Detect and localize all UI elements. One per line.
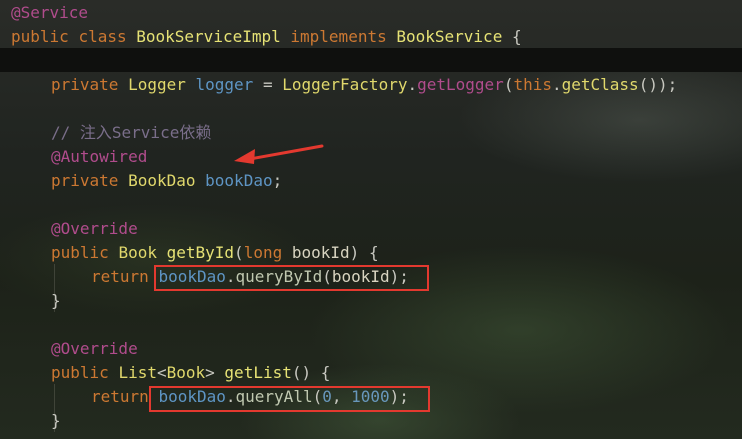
class-name: LoggerFactory xyxy=(282,75,408,94)
class-name: BookServiceImpl xyxy=(136,27,281,46)
code-line[interactable]: public List<Book> getList() { xyxy=(0,361,742,385)
code-line[interactable]: @Autowired xyxy=(0,145,742,169)
dot: . xyxy=(407,75,418,94)
keyword: return xyxy=(91,387,149,406)
code-line[interactable]: @Override xyxy=(0,217,742,241)
override-annotation: @Override xyxy=(51,339,138,358)
code-line[interactable]: // 注入Service依赖 xyxy=(0,121,742,145)
paren: ( xyxy=(503,75,514,94)
keyword: public xyxy=(11,27,69,46)
highlight-box-queryall xyxy=(149,386,430,412)
code-line[interactable]: } xyxy=(0,289,742,313)
keyword: this xyxy=(513,75,552,94)
angle-bracket: > xyxy=(205,363,215,382)
type-name: Book xyxy=(118,243,157,262)
current-line-highlight xyxy=(0,48,742,72)
type-name: List xyxy=(118,363,157,382)
brace: } xyxy=(51,411,61,430)
keyword: private xyxy=(51,75,119,94)
interface-name: BookService xyxy=(396,27,503,46)
override-annotation: @Override xyxy=(51,219,138,238)
code-line[interactable]: private BookDao bookDao; xyxy=(0,169,742,193)
keyword: long xyxy=(243,243,283,262)
code-line[interactable]: @Service xyxy=(0,1,742,25)
keyword: class xyxy=(78,27,127,46)
keyword: implements xyxy=(290,27,387,46)
red-arrow-icon xyxy=(234,144,324,164)
highlight-box-querybyid xyxy=(154,265,429,291)
autowired-annotation: @Autowired xyxy=(51,147,148,166)
brace: { xyxy=(368,243,379,262)
semicolon: ; xyxy=(272,171,283,190)
paren: ( xyxy=(234,243,244,262)
type-name: Logger xyxy=(128,75,186,94)
operator: = xyxy=(262,75,273,94)
code-line[interactable]: } xyxy=(0,409,742,433)
type-name: BookDao xyxy=(128,171,196,190)
parameter: bookId xyxy=(291,243,350,262)
code-line[interactable]: public class BookServiceImpl implements … xyxy=(0,25,742,49)
keyword: private xyxy=(51,171,119,190)
angle-bracket: < xyxy=(156,363,167,382)
method-name: getList xyxy=(224,363,292,382)
method-name: getById xyxy=(166,243,235,262)
service-annotation: @Service xyxy=(11,3,89,22)
field-name: bookDao xyxy=(205,171,273,190)
field-name: logger xyxy=(195,75,254,94)
paren: ()); xyxy=(638,75,678,94)
generic-type: Book xyxy=(166,363,206,382)
code-line[interactable]: private Logger logger = LoggerFactory.ge… xyxy=(0,73,742,97)
keyword: public xyxy=(51,363,109,382)
keyword: public xyxy=(51,243,109,262)
keyword: return xyxy=(91,267,149,286)
dot: . xyxy=(551,75,562,94)
code-line[interactable]: public Book getById(long bookId) { xyxy=(0,241,742,265)
method-call: getLogger xyxy=(417,75,504,94)
code-line[interactable]: @Override xyxy=(0,337,742,361)
comment: // 注入Service依赖 xyxy=(51,123,212,142)
paren: ) xyxy=(349,243,360,262)
paren: () xyxy=(291,363,312,382)
brace: { xyxy=(320,363,331,382)
brace: { xyxy=(511,27,522,46)
brace: } xyxy=(51,291,61,310)
method-call: getClass xyxy=(561,75,639,94)
